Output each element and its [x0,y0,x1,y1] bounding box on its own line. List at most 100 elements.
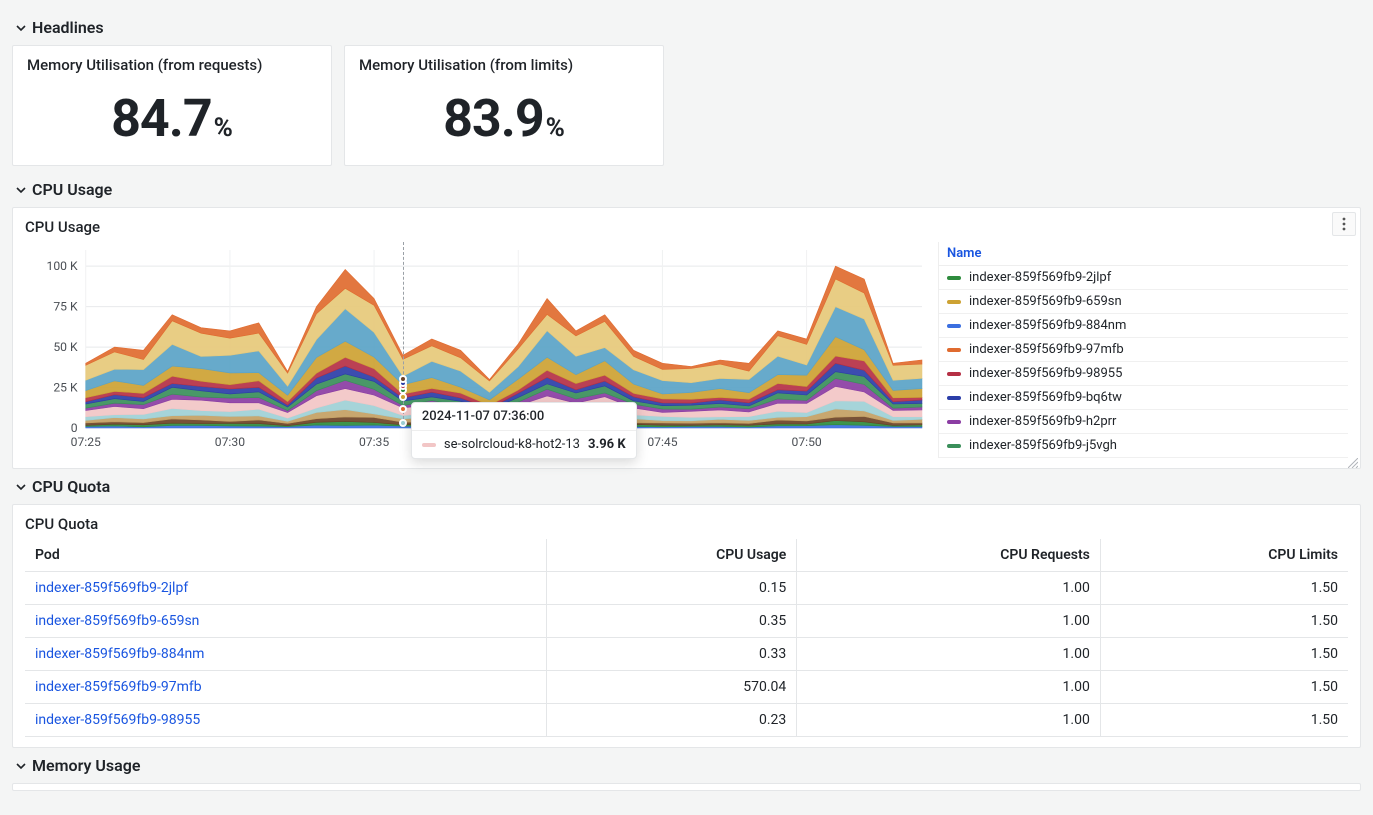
resize-handle-icon[interactable] [1348,456,1358,466]
svg-text:0: 0 [71,421,78,435]
chart-tooltip: 2024-11-07 07:36:00 se-solrcloud-k8-hot2… [411,402,637,459]
cell-cpu-usage: 0.35 [546,605,796,638]
section-title: Memory Usage [32,756,140,775]
legend-swatch [947,276,961,280]
legend-label: indexer-859f569fb9-659sn [969,294,1122,309]
legend-swatch [947,420,961,424]
chevron-down-icon [16,482,28,492]
legend-swatch [947,444,961,448]
cell-cpu-usage: 0.15 [546,572,796,605]
panel-menu-button[interactable] [1332,212,1356,236]
pod-link[interactable]: indexer-859f569fb9-97mfb [35,679,202,695]
stat-card-mem-requests: Memory Utilisation (from requests) 84.7 … [12,45,332,166]
legend-item[interactable]: indexer-859f569fb9-98955 [939,362,1348,386]
legend-label: indexer-859f569fb9-h2prr [969,414,1116,429]
chart-hover-dot [399,419,407,427]
panel-title: CPU Quota [25,515,1348,533]
svg-text:07:25: 07:25 [71,435,101,449]
legend-swatch [947,324,961,328]
card-title: Memory Utilisation (from limits) [359,56,649,74]
svg-text:07:35: 07:35 [359,435,389,449]
table-header[interactable]: Pod [25,539,546,572]
tooltip-series: se-solrcloud-k8-hot2-13 [444,437,580,452]
section-toggle-cpu-usage[interactable]: CPU Usage [12,172,1361,207]
card-title: Memory Utilisation (from requests) [27,56,317,74]
table-header[interactable]: CPU Limits [1100,539,1348,572]
legend-label: indexer-859f569fb9-884nm [969,318,1126,333]
cell-cpu-requests: 1.00 [797,605,1101,638]
pod-link[interactable]: indexer-859f569fb9-98955 [35,712,200,728]
legend-label: indexer-859f569fb9-bq6tw [969,390,1122,405]
table-row: indexer-859f569fb9-884nm 0.331.001.50 [25,638,1348,671]
svg-text:07:30: 07:30 [215,435,245,449]
cell-cpu-limits: 1.50 [1100,704,1348,737]
tooltip-swatch [422,443,436,447]
cell-cpu-limits: 1.50 [1100,638,1348,671]
table-header[interactable]: CPU Usage [546,539,796,572]
legend-item[interactable]: indexer-859f569fb9-bq6tw [939,386,1348,410]
cpu-quota-table: PodCPU UsageCPU RequestsCPU Limits index… [25,539,1348,737]
panel-cpu-quota: CPU Quota PodCPU UsageCPU RequestsCPU Li… [12,504,1361,748]
stat-unit: % [214,113,233,143]
legend-item[interactable]: indexer-859f569fb9-884nm [939,314,1348,338]
legend-swatch [947,372,961,376]
panel-cpu-usage: CPU Usage 0 25 K 50 K 75 K 100 K 07:25 07:30 07… [12,207,1361,469]
chart-legend: Name indexer-859f569fb9-2jlpf indexer-859… [938,242,1348,458]
cpu-usage-chart[interactable]: 025 K50 K75 K100 K07:2507:3007:3507:4007… [25,242,926,458]
legend-swatch [947,396,961,400]
legend-item[interactable]: indexer-859f569fb9-97mfb [939,338,1348,362]
legend-item[interactable]: indexer-859f569fb9-j5vgh [939,434,1348,458]
chevron-down-icon [16,185,28,195]
tooltip-value: 3.96 K [588,437,626,452]
stat-value: 83.9 [443,88,544,149]
table-header[interactable]: CPU Requests [797,539,1101,572]
cell-cpu-usage: 570.04 [546,671,796,704]
cell-cpu-limits: 1.50 [1100,605,1348,638]
legend-swatch [947,300,961,304]
chevron-down-icon [16,23,28,33]
legend-item[interactable]: indexer-859f569fb9-659sn [939,290,1348,314]
panel-title: CPU Usage [25,218,1348,236]
cell-cpu-requests: 1.00 [797,638,1101,671]
svg-text:07:50: 07:50 [791,435,821,449]
legend-label: indexer-859f569fb9-98955 [969,366,1122,381]
legend-swatch [947,348,961,352]
pod-link[interactable]: indexer-859f569fb9-884nm [35,646,204,662]
cell-cpu-requests: 1.00 [797,572,1101,605]
svg-text:25 K: 25 K [53,381,78,395]
cell-cpu-usage: 0.23 [546,704,796,737]
cell-cpu-limits: 1.50 [1100,671,1348,704]
table-row: indexer-859f569fb9-97mfb 570.041.001.50 [25,671,1348,704]
table-row: indexer-859f569fb9-2jlpf 0.151.001.50 [25,572,1348,605]
pod-link[interactable]: indexer-859f569fb9-659sn [35,613,199,629]
svg-text:07:45: 07:45 [647,435,677,449]
section-toggle-memory-usage[interactable]: Memory Usage [12,748,1361,783]
legend-item[interactable]: indexer-859f569fb9-2jlpf [939,266,1348,290]
legend-item[interactable]: indexer-859f569fb9-h2prr [939,410,1348,434]
tooltip-time: 2024-11-07 07:36:00 [412,403,636,431]
legend-label: indexer-859f569fb9-j5vgh [969,438,1117,453]
cell-cpu-requests: 1.00 [797,671,1101,704]
table-row: indexer-859f569fb9-98955 0.231.001.50 [25,704,1348,737]
pod-link[interactable]: indexer-859f569fb9-2jlpf [35,580,188,596]
chevron-down-icon [16,761,28,771]
cell-cpu-limits: 1.50 [1100,572,1348,605]
cell-cpu-usage: 0.33 [546,638,796,671]
legend-header[interactable]: Name [939,242,1348,266]
section-title: Headlines [32,18,104,37]
kebab-icon [1342,217,1346,231]
legend-label: indexer-859f569fb9-2jlpf [969,270,1111,285]
stat-value: 84.7 [111,88,212,149]
section-title: CPU Quota [32,477,110,496]
section-toggle-cpu-quota[interactable]: CPU Quota [12,469,1361,504]
section-toggle-headlines[interactable]: Headlines [12,10,1361,45]
svg-text:75 K: 75 K [53,300,78,314]
svg-text:50 K: 50 K [53,340,78,354]
panel-memory-usage [12,783,1361,791]
svg-text:100 K: 100 K [47,259,79,273]
table-row: indexer-859f569fb9-659sn 0.351.001.50 [25,605,1348,638]
stat-unit: % [546,113,565,143]
cell-cpu-requests: 1.00 [797,704,1101,737]
stat-card-mem-limits: Memory Utilisation (from limits) 83.9 % [344,45,664,166]
legend-label: indexer-859f569fb9-97mfb [969,342,1124,357]
